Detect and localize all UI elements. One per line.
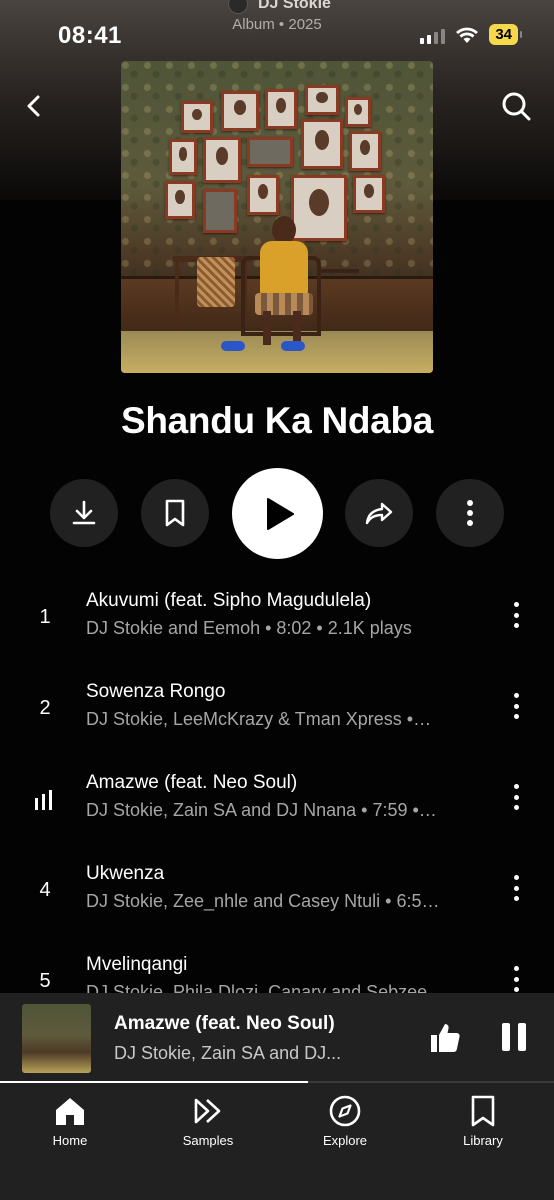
track-subtitle: DJ Stokie, Zee_nhle and Casey Ntuli • 6:… bbox=[86, 891, 440, 911]
download-icon bbox=[72, 500, 96, 525]
track-row[interactable]: 4 Ukwenza DJ Stokie, Zee_nhle and Casey … bbox=[0, 863, 554, 923]
album-title: Shandu Ka Ndaba bbox=[120, 400, 434, 441]
more-vertical-icon bbox=[467, 500, 473, 526]
nav-samples[interactable]: Samples bbox=[158, 1093, 258, 1148]
track-title: Ukwenza bbox=[86, 863, 165, 884]
track-more-icon[interactable] bbox=[506, 691, 526, 721]
nav-samples-label: Samples bbox=[182, 1133, 234, 1148]
track-more-icon[interactable] bbox=[506, 964, 526, 994]
track-number: 4 bbox=[39, 879, 51, 901]
track-subtitle: DJ Stokie, LeeMcKrazy & Tman Xpress •… bbox=[86, 709, 432, 729]
header-artist-name: DJ Stokie bbox=[258, 0, 331, 12]
header-meta: Album • 2025 bbox=[232, 16, 322, 33]
compass-icon bbox=[329, 1095, 361, 1127]
search-icon[interactable] bbox=[500, 90, 532, 122]
track-number: 2 bbox=[39, 697, 51, 719]
play-icon bbox=[266, 497, 294, 530]
now-playing-equalizer-icon bbox=[35, 790, 52, 810]
track-more-icon[interactable] bbox=[506, 782, 526, 812]
track-number: 1 bbox=[39, 606, 51, 628]
mini-player[interactable]: Amazwe (feat. Neo Soul) DJ Stokie, Zain … bbox=[0, 993, 554, 1083]
track-title: Sowenza Rongo bbox=[86, 681, 226, 702]
library-icon bbox=[471, 1095, 495, 1127]
save-button[interactable] bbox=[141, 479, 209, 547]
home-icon bbox=[56, 1098, 84, 1125]
track-title: Akuvumi (feat. Sipho Magudulela) bbox=[86, 590, 372, 611]
back-icon[interactable] bbox=[20, 92, 48, 120]
samples-icon bbox=[194, 1098, 221, 1124]
track-more-icon[interactable] bbox=[506, 600, 526, 630]
more-button[interactable] bbox=[436, 479, 504, 547]
bottom-nav: Home Samples Explore Library bbox=[0, 1083, 554, 1200]
track-row[interactable]: 2 Sowenza Rongo DJ Stokie, LeeMcKrazy & … bbox=[0, 681, 554, 741]
nav-explore-label: Explore bbox=[322, 1133, 368, 1148]
track-row[interactable]: Amazwe (feat. Neo Soul) DJ Stokie, Zain … bbox=[0, 772, 554, 832]
album-cover bbox=[121, 61, 433, 373]
track-subtitle: DJ Stokie and Eemoh • 8:02 • 2.1K plays bbox=[86, 618, 412, 638]
pause-icon[interactable] bbox=[502, 1023, 526, 1051]
track-title: Amazwe (feat. Neo Soul) bbox=[86, 772, 298, 793]
download-button[interactable] bbox=[50, 479, 118, 547]
avatar bbox=[228, 0, 248, 14]
track-number: 5 bbox=[39, 970, 51, 992]
now-playing-subtitle: DJ Stokie, Zain SA and DJ... bbox=[114, 1043, 342, 1063]
track-more-icon[interactable] bbox=[506, 873, 526, 903]
nav-home[interactable]: Home bbox=[20, 1093, 120, 1148]
share-icon bbox=[365, 502, 393, 525]
thumbs-up-icon[interactable] bbox=[428, 1021, 462, 1055]
nav-library[interactable]: Library bbox=[433, 1093, 533, 1148]
play-button[interactable] bbox=[232, 468, 323, 559]
share-button[interactable] bbox=[345, 479, 413, 547]
header-artist[interactable]: DJ Stokie bbox=[228, 0, 331, 14]
track-subtitle: DJ Stokie, Zain SA and DJ Nnana • 7:59 •… bbox=[86, 800, 437, 820]
nav-library-label: Library bbox=[463, 1133, 503, 1148]
track-title: Mvelinqangi bbox=[86, 954, 188, 975]
now-playing-cover bbox=[22, 1004, 91, 1073]
bookmark-icon bbox=[165, 499, 185, 527]
track-row[interactable]: 1 Akuvumi (feat. Sipho Magudulela) DJ St… bbox=[0, 590, 554, 650]
now-playing-title: Amazwe (feat. Neo Soul) bbox=[114, 1013, 335, 1034]
nav-explore[interactable]: Explore bbox=[295, 1093, 395, 1148]
nav-home-label: Home bbox=[52, 1133, 88, 1148]
